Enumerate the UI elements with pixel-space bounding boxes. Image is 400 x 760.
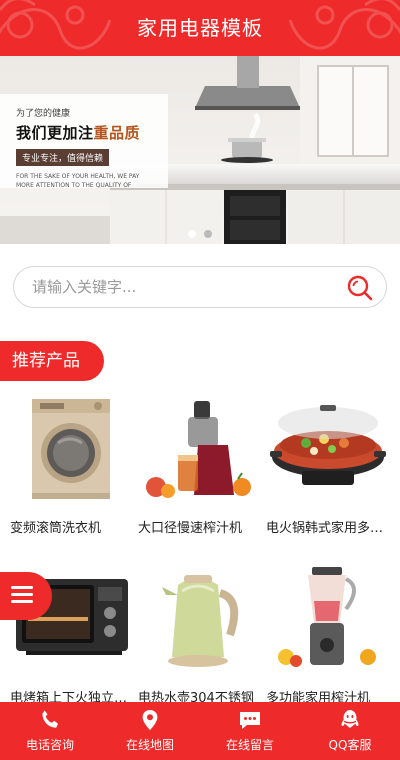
product-card[interactable]: 电火锅韩式家用多功能 (266, 395, 390, 536)
juicer-image (146, 401, 251, 498)
search-bar (13, 266, 387, 308)
product-name[interactable]: 变频滚筒洗衣机 (10, 517, 134, 536)
blender-image (278, 567, 376, 667)
floating-menu-button[interactable] (0, 572, 52, 620)
banner-tag: 专业专注，值得信赖 (16, 149, 110, 166)
washing-machine-image (32, 399, 110, 499)
nav-qq-service[interactable]: QQ客服 (300, 702, 400, 760)
banner-slider[interactable]: 为了您的健康 我们更加注重品质 专业专注，值得信赖 FOR THE SAKE O… (0, 56, 400, 244)
search-input[interactable] (32, 267, 332, 307)
banner-headline-highlight: 重品质 (93, 124, 141, 142)
nav-online-map[interactable]: 在线地图 (100, 702, 200, 760)
banner-caption: 为了您的健康 我们更加注重品质 专业专注，值得信赖 FOR THE SAKE O… (0, 94, 168, 189)
nav-label: 在线地图 (125, 738, 174, 752)
banner-headline: 我们更加注重品质 (16, 122, 168, 143)
message-icon (240, 712, 260, 729)
nav-label: QQ客服 (328, 738, 372, 752)
search-icon[interactable] (346, 274, 374, 302)
phone-icon (42, 710, 58, 728)
slider-dot-2[interactable] (204, 230, 212, 238)
menu-bar (11, 586, 33, 589)
nav-online-message[interactable]: 在线留言 (200, 702, 300, 760)
banner-small-text: 为了您的健康 (16, 109, 71, 119)
slider-dots (0, 230, 400, 238)
menu-icon (11, 586, 33, 604)
qq-icon (341, 710, 359, 728)
product-name[interactable]: 大口径慢速榨汁机 (138, 517, 262, 536)
product-card[interactable]: 多功能家用榨汁机 (266, 565, 390, 706)
page-title: 家用电器模板 (137, 16, 263, 40)
map-pin-icon (142, 710, 158, 730)
product-card[interactable]: 电热水壶304不锈钢 (138, 565, 262, 706)
header: 家用电器模板 (0, 0, 400, 56)
nav-label: 电话咨询 (25, 738, 74, 752)
slider-dot-1[interactable] (188, 230, 196, 238)
nav-phone-consult[interactable]: 电话咨询 (0, 702, 100, 760)
menu-bar (11, 593, 33, 596)
product-card[interactable]: 大口径慢速榨汁机 (138, 395, 262, 536)
electric-hotpot-image (270, 405, 386, 485)
product-name[interactable]: 电火锅韩式家用多功能 (266, 517, 390, 536)
menu-bar (11, 600, 33, 603)
section-title-recommended: 推荐产品 (0, 341, 104, 381)
banner-headline-pre: 我们更加注 (16, 124, 94, 142)
page: 家用电器模板 为了您的健康 我们更加注重品质 专业专注，值得信赖 FOR THE… (0, 0, 400, 760)
bottom-nav: 电话咨询 在线地图 在线留言 QQ客服 (0, 702, 400, 760)
product-card[interactable]: 变频滚筒洗衣机 (10, 395, 134, 536)
nav-label: 在线留言 (225, 738, 274, 752)
banner-english-text: FOR THE SAKE OF YOUR HEALTH, WE PAY MORE… (16, 173, 140, 189)
electric-kettle-image (162, 575, 239, 667)
